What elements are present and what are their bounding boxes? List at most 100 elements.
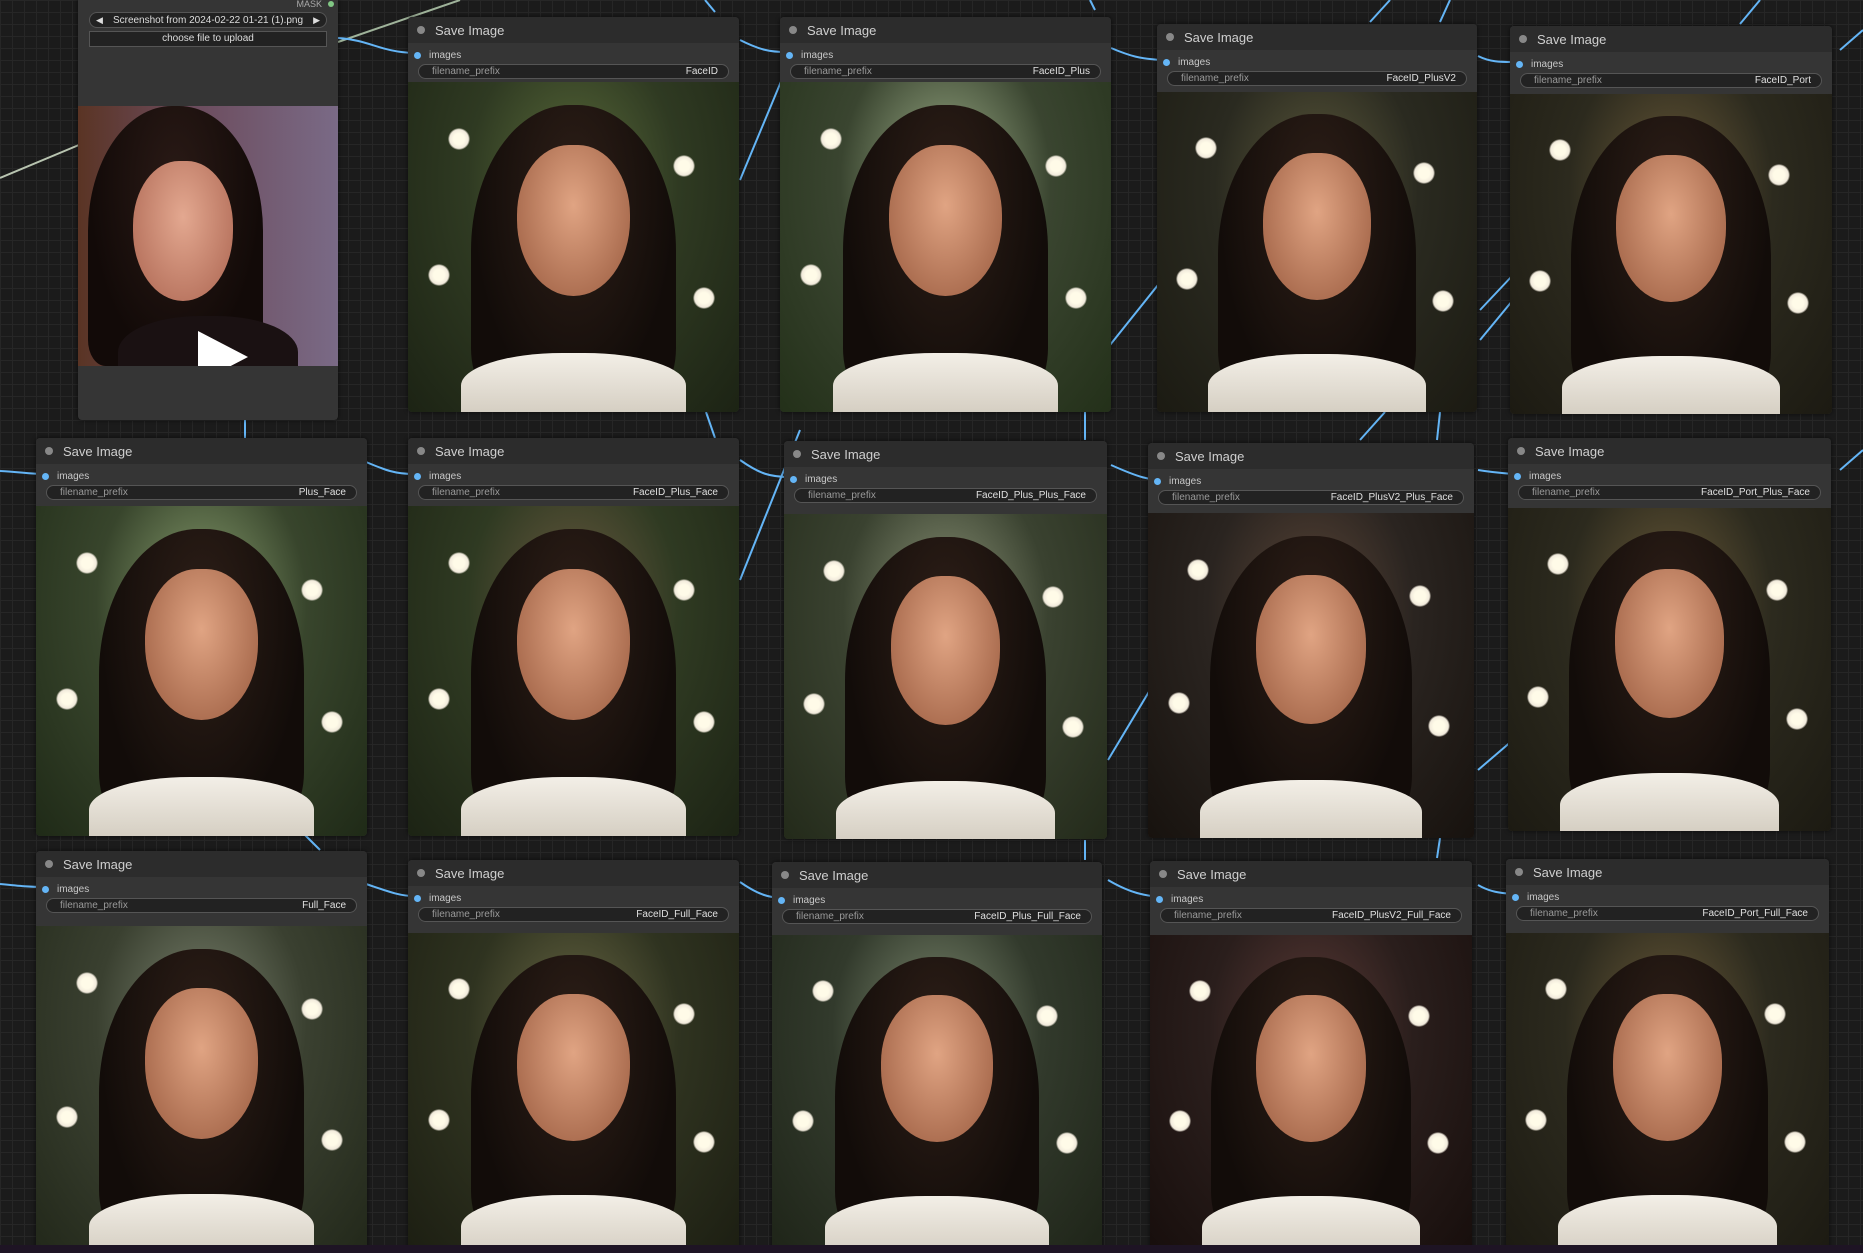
prev-arrow-icon[interactable]: ◀ <box>96 15 103 26</box>
filename-prefix-value[interactable]: Plus_Face <box>299 487 346 498</box>
images-input-slot[interactable]: images <box>408 891 461 905</box>
filename-prefix-field[interactable]: filename_prefix FaceID_Plus_Face <box>418 485 729 500</box>
save-image-node[interactable]: Save Image images filename_prefix FaceID… <box>408 860 739 1253</box>
node-title-bar[interactable]: Save Image <box>408 860 739 886</box>
collapse-dot-icon[interactable] <box>1166 33 1174 41</box>
collapse-dot-icon[interactable] <box>1515 868 1523 876</box>
filename-prefix-value[interactable]: FaceID_Port <box>1755 75 1811 86</box>
images-input-slot[interactable]: images <box>408 48 461 62</box>
filename-prefix-field[interactable]: filename_prefix FaceID <box>418 64 729 79</box>
input-dot-icon[interactable] <box>1156 895 1163 903</box>
input-dot-icon[interactable] <box>778 896 785 904</box>
filename-prefix-value[interactable]: FaceID_Plus_Plus_Face <box>976 490 1086 501</box>
filename-prefix-value[interactable]: FaceID <box>686 66 718 77</box>
next-arrow-icon[interactable]: ▶ <box>313 15 320 26</box>
save-image-node[interactable]: Save Image images filename_prefix FaceID… <box>1508 438 1831 831</box>
save-image-node[interactable]: Save Image images filename_prefix FaceID… <box>1506 859 1829 1253</box>
collapse-dot-icon[interactable] <box>789 26 797 34</box>
images-input-slot[interactable]: images <box>1148 474 1201 488</box>
image-select-combo[interactable]: ◀ Screenshot from 2024-02-22 01-21 (1).p… <box>89 12 327 28</box>
input-dot-icon[interactable] <box>1163 58 1170 66</box>
save-image-node[interactable]: Save Image images filename_prefix FaceID… <box>1157 24 1477 412</box>
collapse-dot-icon[interactable] <box>417 26 425 34</box>
collapse-dot-icon[interactable] <box>1159 870 1167 878</box>
filename-prefix-field[interactable]: filename_prefix FaceID_PlusV2 <box>1167 71 1467 86</box>
node-title-bar[interactable]: Save Image <box>1508 438 1831 464</box>
filename-prefix-value[interactable]: FaceID_PlusV2_Full_Face <box>1332 910 1451 921</box>
filename-prefix-field[interactable]: filename_prefix FaceID_Port <box>1520 73 1822 88</box>
save-image-node[interactable]: Save Image images filename_prefix Plus_F… <box>36 438 367 836</box>
filename-prefix-value[interactable]: FaceID_PlusV2_Plus_Face <box>1331 492 1453 503</box>
node-title-bar[interactable]: Save Image <box>1157 24 1477 50</box>
filename-prefix-field[interactable]: filename_prefix FaceID_Plus_Plus_Face <box>794 488 1097 503</box>
input-dot-icon[interactable] <box>786 51 793 59</box>
input-dot-icon[interactable] <box>1514 472 1521 480</box>
filename-prefix-value[interactable]: FaceID_Plus <box>1033 66 1090 77</box>
node-title-bar[interactable]: Save Image <box>1150 861 1472 887</box>
input-dot-icon[interactable] <box>414 472 421 480</box>
filename-prefix-value[interactable]: FaceID_Port_Full_Face <box>1702 908 1808 919</box>
save-image-node[interactable]: Save Image images filename_prefix FaceID… <box>1510 26 1832 414</box>
node-title-bar[interactable]: Save Image <box>772 862 1102 888</box>
collapse-dot-icon[interactable] <box>417 447 425 455</box>
load-image-node[interactable]: MASK ◀ Screenshot from 2024-02-22 01-21 … <box>78 0 338 420</box>
node-title-bar[interactable]: Save Image <box>1506 859 1829 885</box>
collapse-dot-icon[interactable] <box>417 869 425 877</box>
save-image-node[interactable]: Save Image images filename_prefix FaceID… <box>1148 443 1474 838</box>
input-dot-icon[interactable] <box>414 51 421 59</box>
images-input-slot[interactable]: images <box>780 48 833 62</box>
images-input-slot[interactable]: images <box>784 472 837 486</box>
node-title-bar[interactable]: Save Image <box>408 17 739 43</box>
filename-prefix-field[interactable]: filename_prefix FaceID_PlusV2_Plus_Face <box>1158 490 1464 505</box>
filename-prefix-value[interactable]: Full_Face <box>302 900 346 911</box>
mask-output-slot[interactable] <box>328 1 334 7</box>
collapse-dot-icon[interactable] <box>45 860 53 868</box>
node-title-bar[interactable]: Save Image <box>408 438 739 464</box>
collapse-dot-icon[interactable] <box>1157 452 1165 460</box>
collapse-dot-icon[interactable] <box>1519 35 1527 43</box>
input-dot-icon[interactable] <box>1154 477 1161 485</box>
collapse-dot-icon[interactable] <box>1517 447 1525 455</box>
choose-file-button[interactable]: choose file to upload <box>89 31 327 47</box>
save-image-node[interactable]: Save Image images filename_prefix FaceID… <box>784 441 1107 839</box>
play-icon[interactable] <box>198 331 248 366</box>
collapse-dot-icon[interactable] <box>781 871 789 879</box>
node-graph-canvas[interactable]: MASK ◀ Screenshot from 2024-02-22 01-21 … <box>0 0 1863 1253</box>
filename-prefix-field[interactable]: filename_prefix Full_Face <box>46 898 357 913</box>
images-input-slot[interactable]: images <box>36 469 89 483</box>
filename-prefix-field[interactable]: filename_prefix FaceID_Plus_Full_Face <box>782 909 1092 924</box>
input-dot-icon[interactable] <box>1512 893 1519 901</box>
images-input-slot[interactable]: images <box>1150 892 1203 906</box>
input-dot-icon[interactable] <box>1516 60 1523 68</box>
input-dot-icon[interactable] <box>414 894 421 902</box>
filename-prefix-field[interactable]: filename_prefix FaceID_Port_Plus_Face <box>1518 485 1821 500</box>
filename-prefix-value[interactable]: FaceID_Full_Face <box>636 909 718 920</box>
input-dot-icon[interactable] <box>42 472 49 480</box>
filename-prefix-value[interactable]: FaceID_Plus_Face <box>633 487 718 498</box>
input-dot-icon[interactable] <box>42 885 49 893</box>
save-image-node[interactable]: Save Image images filename_prefix FaceID… <box>1150 861 1472 1253</box>
images-input-slot[interactable]: images <box>772 893 825 907</box>
filename-prefix-value[interactable]: FaceID_Port_Plus_Face <box>1701 487 1810 498</box>
node-title-bar[interactable]: Save Image <box>36 851 367 877</box>
save-image-node[interactable]: Save Image images filename_prefix FaceID… <box>772 862 1102 1253</box>
filename-prefix-field[interactable]: filename_prefix FaceID_Full_Face <box>418 907 729 922</box>
input-dot-icon[interactable] <box>790 475 797 483</box>
images-input-slot[interactable]: images <box>408 469 461 483</box>
collapse-dot-icon[interactable] <box>793 450 801 458</box>
node-title-bar[interactable]: Save Image <box>1510 26 1832 52</box>
images-input-slot[interactable]: images <box>1506 890 1559 904</box>
collapse-dot-icon[interactable] <box>45 447 53 455</box>
filename-prefix-field[interactable]: filename_prefix FaceID_Port_Full_Face <box>1516 906 1819 921</box>
images-input-slot[interactable]: images <box>1157 55 1210 69</box>
images-input-slot[interactable]: images <box>1510 57 1563 71</box>
node-title-bar[interactable]: Save Image <box>780 17 1111 43</box>
node-title-bar[interactable]: Save Image <box>784 441 1107 467</box>
images-input-slot[interactable]: images <box>1508 469 1561 483</box>
save-image-node[interactable]: Save Image images filename_prefix Full_F… <box>36 851 367 1253</box>
save-image-node[interactable]: Save Image images filename_prefix FaceID… <box>408 438 739 836</box>
node-title-bar[interactable]: Save Image <box>1148 443 1474 469</box>
filename-prefix-value[interactable]: FaceID_Plus_Full_Face <box>974 911 1081 922</box>
filename-prefix-value[interactable]: FaceID_PlusV2 <box>1387 73 1456 84</box>
save-image-node[interactable]: Save Image images filename_prefix FaceID <box>408 17 739 412</box>
